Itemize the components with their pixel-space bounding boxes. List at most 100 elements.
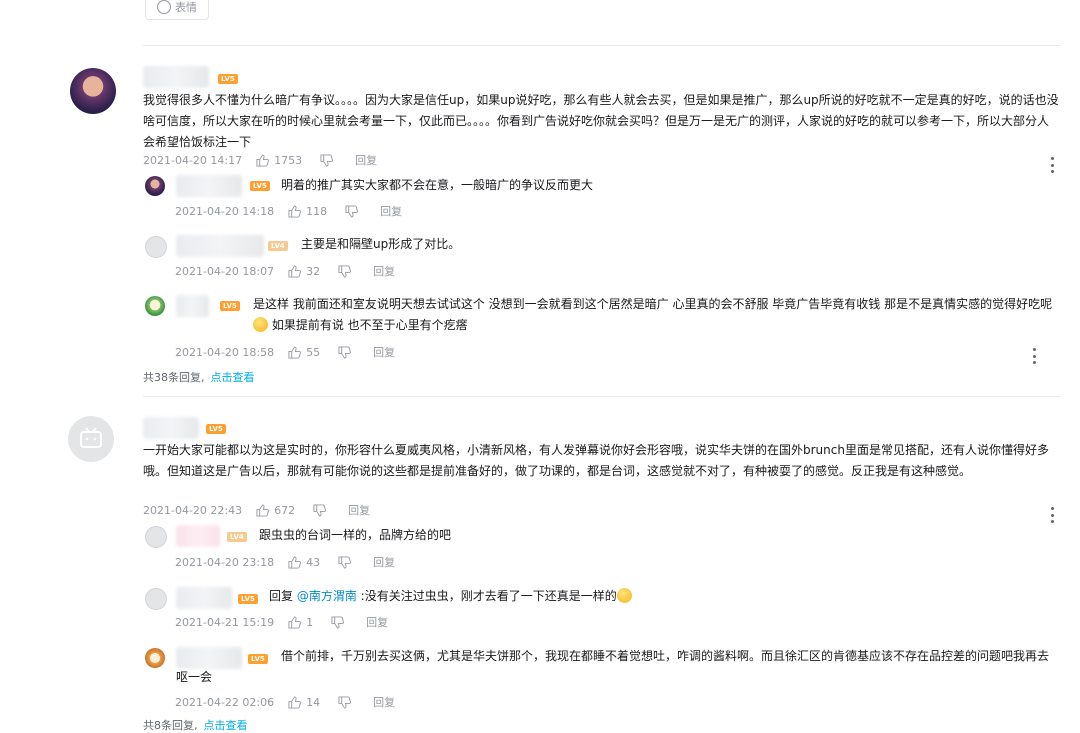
- username-masked[interactable]: [176, 175, 242, 197]
- comment-text: 我觉得很多人不懂为什么暗广有争议。。。。因为大家是信任up，如果up说好吃，那么…: [143, 93, 1059, 149]
- dislike-button[interactable]: [338, 345, 352, 359]
- like-button[interactable]: 118: [288, 205, 327, 218]
- thumbs-up-icon: [288, 695, 302, 709]
- like-count: 55: [306, 345, 321, 359]
- thumbs-down-icon: [313, 503, 327, 517]
- comment-text: 一开始大家可能都以为这是实时的，你形容什么夏威夷风格，小清新风格，有人发弹幕说你…: [143, 443, 1049, 478]
- dislike-button[interactable]: [338, 695, 352, 709]
- like-button[interactable]: 43: [288, 556, 320, 569]
- reply-meta: 2021-04-20 23:18 43 回复: [175, 554, 395, 570]
- dislike-button[interactable]: [338, 264, 352, 278]
- reply-meta: 2021-04-20 18:07 32 回复: [175, 263, 395, 279]
- reply-meta: 2021-04-20 14:18 118 回复: [175, 203, 402, 219]
- like-button[interactable]: 14: [288, 696, 320, 709]
- like-count: 32: [306, 264, 321, 278]
- reply-date: 2021-04-22 02:06: [175, 695, 275, 709]
- reply-button[interactable]: 回复: [373, 344, 395, 360]
- like-button[interactable]: 55: [288, 346, 320, 359]
- thumbs-down-icon: [338, 555, 352, 569]
- avatar[interactable]: [70, 68, 116, 114]
- level-badge: LV5: [238, 594, 258, 604]
- thumbs-down-icon: [320, 153, 334, 167]
- default-avatar-icon[interactable]: [145, 588, 167, 610]
- like-count: 14: [306, 695, 321, 709]
- username-masked[interactable]: [176, 295, 209, 317]
- divider: [143, 45, 1060, 46]
- reply-date: 2021-04-20 23:18: [175, 555, 275, 569]
- more-options-icon[interactable]: [1033, 348, 1037, 364]
- level-badge: LV4: [227, 532, 247, 542]
- thumbs-down-icon: [338, 264, 352, 278]
- dislike-button[interactable]: [320, 153, 334, 167]
- username-masked[interactable]: [176, 235, 264, 257]
- thumbs-up-icon: [288, 204, 302, 218]
- like-count: 118: [306, 204, 328, 218]
- dislike-button[interactable]: [313, 503, 327, 517]
- thumbs-up-icon: [288, 615, 302, 629]
- dislike-button[interactable]: [338, 555, 352, 569]
- reply-button[interactable]: 回复: [380, 203, 402, 219]
- reply-button[interactable]: 回复: [348, 502, 370, 518]
- thumbs-up-icon: [256, 153, 270, 167]
- replies-summary: 共8条回复, 点击查看: [143, 717, 248, 733]
- thumbs-down-icon: [345, 204, 359, 218]
- dislike-button[interactable]: [345, 204, 359, 218]
- thumbs-up-icon: [256, 503, 270, 517]
- emoji-icon: [616, 588, 632, 603]
- reply-button[interactable]: 回复: [355, 152, 377, 168]
- reply-date: 2021-04-20 14:18: [175, 204, 275, 218]
- thumbs-down-icon: [338, 695, 352, 709]
- comment-date: 2021-04-20 14:17: [143, 153, 243, 167]
- reply-button[interactable]: 回复: [373, 554, 395, 570]
- username-masked[interactable]: [143, 66, 209, 88]
- reply-text: 主要是和隔壁up形成了对比。: [301, 237, 461, 251]
- reply-button[interactable]: 回复: [366, 614, 388, 630]
- reply-meta: 2021-04-20 18:58 55 回复: [175, 344, 395, 360]
- more-options-icon[interactable]: [1051, 157, 1055, 173]
- comment-meta: 2021-04-20 22:43 672 回复: [143, 502, 370, 518]
- reply-date: 2021-04-21 15:19: [175, 615, 275, 629]
- reply-button[interactable]: 回复: [373, 694, 395, 710]
- username-masked[interactable]: [176, 587, 232, 609]
- default-avatar-icon[interactable]: [68, 416, 114, 462]
- emoji-button[interactable]: 表情: [145, 0, 209, 20]
- like-button[interactable]: 1753: [256, 154, 302, 167]
- avatar[interactable]: [145, 648, 165, 668]
- like-button[interactable]: 672: [256, 504, 295, 517]
- reply-button[interactable]: 回复: [373, 263, 395, 279]
- reply-prefix: 回复: [269, 589, 297, 603]
- like-button[interactable]: 32: [288, 265, 320, 278]
- like-button[interactable]: 1: [288, 616, 313, 629]
- thumbs-up-icon: [288, 555, 302, 569]
- dislike-button[interactable]: [331, 615, 345, 629]
- avatar[interactable]: [145, 176, 165, 196]
- more-options-icon[interactable]: [1051, 507, 1055, 523]
- tv-icon: [80, 427, 102, 448]
- default-avatar-icon[interactable]: [145, 526, 167, 548]
- default-avatar-icon[interactable]: [145, 236, 167, 258]
- username-masked[interactable]: [176, 525, 220, 547]
- reply-text-part: :没有关注过虫虫，刚才去看了一下还真是一样的: [356, 589, 617, 603]
- reply-date: 2021-04-20 18:07: [175, 264, 275, 278]
- thumbs-down-icon: [338, 345, 352, 359]
- replies-count: 共38条回复,: [143, 371, 205, 384]
- thumbs-down-icon: [331, 615, 345, 629]
- reply-text: 明着的推广其实大家都不会在意，一般暗广的争议反而更大: [281, 178, 594, 192]
- avatar[interactable]: [145, 296, 165, 316]
- level-badge: LV5: [218, 74, 238, 84]
- like-count: 43: [306, 555, 321, 569]
- like-count: 672: [274, 503, 296, 517]
- like-count: 1: [306, 615, 314, 629]
- emoji-button-label: 表情: [175, 1, 197, 14]
- reply-meta: 2021-04-22 02:06 14 回复: [175, 694, 395, 710]
- divider: [143, 396, 1060, 397]
- mention-link[interactable]: @南方渭南: [297, 589, 357, 603]
- reply-date: 2021-04-20 18:58: [175, 345, 275, 359]
- reply-text-part: 如果提前有说 也不至于心里有个疙瘩: [268, 318, 468, 332]
- replies-summary: 共38条回复, 点击查看: [143, 369, 255, 385]
- view-more-link[interactable]: 点击查看: [211, 371, 255, 384]
- thumbs-up-icon: [288, 264, 302, 278]
- username-masked[interactable]: [143, 417, 199, 439]
- comment-date: 2021-04-20 22:43: [143, 503, 243, 517]
